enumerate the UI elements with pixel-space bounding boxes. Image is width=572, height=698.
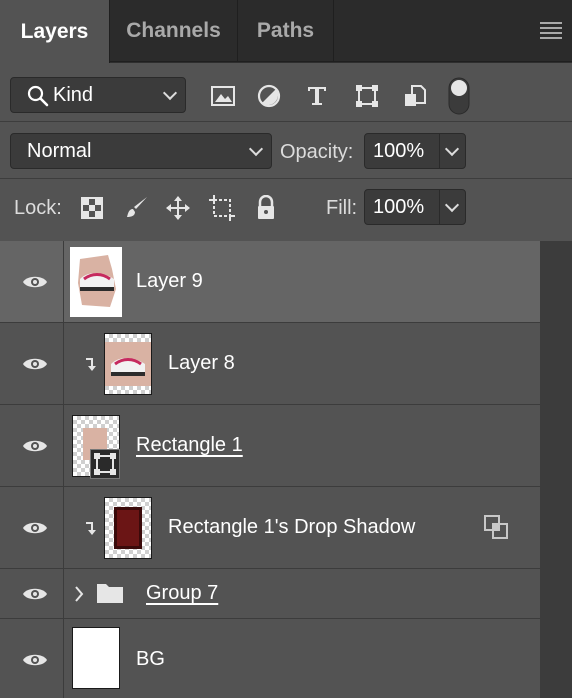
lock-image-pixels-icon[interactable] <box>122 194 150 222</box>
smart-object-filter-icon[interactable] <box>402 83 428 109</box>
tab-paths[interactable]: Paths <box>238 0 334 62</box>
chevron-down-icon <box>248 141 264 157</box>
fill-dropdown-button[interactable] <box>439 190 465 224</box>
chevron-right-icon[interactable] <box>74 585 84 603</box>
opacity-field[interactable]: 100% <box>364 133 466 169</box>
fill-value[interactable]: 100% <box>373 196 424 219</box>
lock-artboard-icon[interactable] <box>208 194 236 222</box>
clipping-mask-arrow-icon <box>86 358 96 371</box>
shape-filter-icon[interactable] <box>354 83 380 109</box>
tab-channels-label: Channels <box>126 19 221 42</box>
blend-mode-select[interactable]: Normal <box>10 133 272 169</box>
vector-shape-badge-icon <box>90 449 120 479</box>
tab-bar: Layers Channels Paths <box>0 0 572 63</box>
fill-label: Fill: <box>326 197 358 219</box>
layer-row-layer-9[interactable]: Layer 9 <box>0 241 540 323</box>
layer-name[interactable]: BG <box>136 648 165 671</box>
type-filter-icon[interactable] <box>304 83 330 109</box>
layer-thumbnail <box>104 497 152 559</box>
layer-thumbnail <box>70 247 122 317</box>
eye-visibility-icon[interactable] <box>22 652 48 668</box>
smart-object-badge-icon <box>484 515 508 539</box>
layer-thumbnail <box>72 627 120 689</box>
opacity-dropdown-button[interactable] <box>439 134 465 168</box>
clipping-mask-arrow-icon <box>86 522 96 535</box>
lock-transparent-pixels-icon[interactable] <box>80 196 104 220</box>
tab-channels[interactable]: Channels <box>110 0 238 62</box>
lock-position-icon[interactable] <box>164 194 192 222</box>
layer-name[interactable]: Rectangle 1's Drop Shadow <box>168 516 415 539</box>
layer-row-rectangle-1[interactable]: Rectangle 1 <box>0 405 540 487</box>
chevron-down-icon <box>444 141 460 157</box>
image-filter-icon[interactable] <box>210 83 236 109</box>
layers-scrollbar[interactable] <box>540 241 572 698</box>
tab-layers[interactable]: Layers <box>0 0 110 63</box>
layer-thumbnail <box>104 333 152 395</box>
layer-name[interactable]: Layer 8 <box>168 352 235 375</box>
lock-label: Lock: <box>14 197 62 219</box>
layer-name[interactable]: Layer 9 <box>136 270 203 293</box>
layer-row-bg[interactable]: BG <box>0 619 540 698</box>
opacity-label: Opacity: <box>280 141 354 163</box>
layer-name[interactable]: Group 7 <box>146 582 218 605</box>
fill-field[interactable]: 100% <box>364 189 466 225</box>
eye-visibility-icon[interactable] <box>22 356 48 372</box>
eye-visibility-icon[interactable] <box>22 274 48 290</box>
blend-mode-value: Normal <box>27 139 92 162</box>
tab-paths-label: Paths <box>256 19 315 42</box>
layer-row-drop-shadow[interactable]: Rectangle 1's Drop Shadow <box>0 487 540 569</box>
adjustment-filter-icon[interactable] <box>256 83 282 109</box>
panel-menu-icon[interactable] <box>540 22 562 40</box>
layer-row-group-7[interactable]: Group 7 <box>0 569 540 619</box>
tab-layers-label: Layers <box>20 19 89 43</box>
search-icon <box>27 85 49 107</box>
layer-toolbars: Kind Normal Opacity: 100% Lock: Fill: 10… <box>0 63 572 241</box>
opacity-value[interactable]: 100% <box>373 140 424 163</box>
eye-visibility-icon[interactable] <box>22 520 48 536</box>
eye-visibility-icon[interactable] <box>22 438 48 454</box>
layers-list: Layer 9 Layer 8 Rectangle 1 Rectangle 1'… <box>0 241 572 698</box>
lock-all-icon[interactable] <box>254 194 278 222</box>
chevron-down-icon <box>162 85 178 101</box>
filter-kind-label: Kind <box>53 83 94 106</box>
layer-name[interactable]: Rectangle 1 <box>136 434 243 457</box>
filter-toggle-icon[interactable] <box>448 77 470 115</box>
layer-row-layer-8[interactable]: Layer 8 <box>0 323 540 405</box>
chevron-down-icon <box>444 197 460 213</box>
eye-visibility-icon[interactable] <box>22 586 48 602</box>
filter-kind-select[interactable]: Kind <box>10 77 186 113</box>
folder-icon <box>97 584 123 603</box>
